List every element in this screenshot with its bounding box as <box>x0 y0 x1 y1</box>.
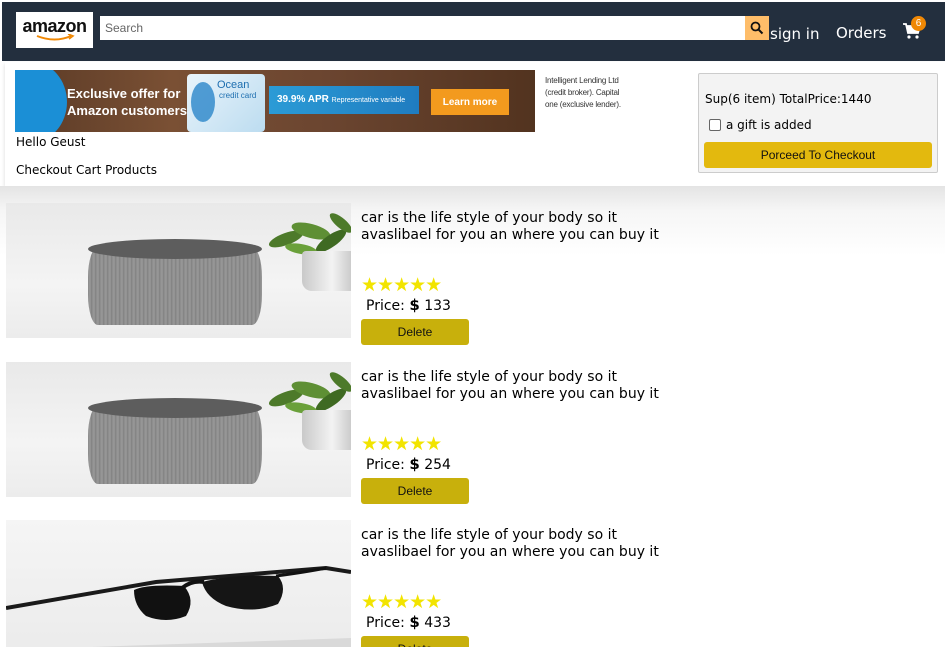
rating-stars: ★★★★★ <box>361 591 442 613</box>
product-image-speaker <box>6 362 351 497</box>
smile-arrow-icon <box>36 33 75 40</box>
currency-symbol: $ <box>409 613 420 631</box>
product-image-speaker <box>6 203 351 338</box>
plant-pot <box>302 251 351 291</box>
search-input[interactable] <box>100 16 746 40</box>
price-value: 433 <box>424 615 451 631</box>
gift-checkbox[interactable] <box>709 119 721 131</box>
cart-count-badge: 6 <box>911 16 926 31</box>
amazon-logo[interactable]: amazon <box>16 12 93 48</box>
cart-products-list: car is the life style of your body so it… <box>0 186 945 647</box>
card-name: Ocean <box>217 79 250 91</box>
product-description: car is the life style of your body so it… <box>361 369 659 402</box>
sign-in-link[interactable]: sign in <box>770 25 819 43</box>
proceed-to-checkout-button[interactable]: Porceed To Checkout <box>704 142 932 168</box>
product-image-sunglasses <box>6 520 351 647</box>
subtotal-summary: Sup(6 item) TotalPrice:1440 <box>705 92 872 106</box>
subtotal-box: Sup(6 item) TotalPrice:1440 a gift is ad… <box>698 73 938 173</box>
gift-label: a gift is added <box>726 118 812 132</box>
product-description: car is the life style of your body so it… <box>361 527 659 560</box>
delete-button[interactable]: Delete <box>361 478 469 504</box>
learn-more-button[interactable]: Learn more <box>431 89 509 115</box>
cart-product: car is the life style of your body so it… <box>6 203 706 353</box>
page-title: Checkout Cart Products <box>16 163 157 177</box>
sunglasses-scene <box>6 520 351 647</box>
card-subtitle: credit card <box>219 91 257 100</box>
apr-band: 39.9% APR Representative variable <box>269 86 419 114</box>
promo-banner[interactable]: Exclusive offer for Amazon customers Oce… <box>15 70 535 132</box>
cart-product: car is the life style of your body so it… <box>6 520 706 647</box>
currency-symbol: $ <box>409 296 420 314</box>
apr-main: 39.9% APR <box>277 94 329 105</box>
orders-link[interactable]: Orders <box>836 24 886 42</box>
logo-text: amazon <box>22 15 87 36</box>
speaker-top <box>88 239 262 259</box>
cart-product: car is the life style of your body so it… <box>6 362 706 512</box>
apr-text: 39.9% APR Representative variable <box>277 94 405 105</box>
gift-option[interactable]: a gift is added <box>709 118 812 132</box>
search-icon <box>750 21 764 35</box>
product-description: car is the life style of your body so it… <box>361 210 659 243</box>
price-label: Price: <box>366 298 405 314</box>
speaker-scene <box>6 362 351 497</box>
price-label: Price: <box>366 615 405 631</box>
sunglasses-icon <box>6 565 351 647</box>
rating-stars: ★★★★★ <box>361 433 442 455</box>
credit-card-image: Ocean credit card <box>187 74 265 132</box>
greeting: Hello Geust <box>16 135 86 149</box>
delete-button[interactable]: Delete <box>361 319 469 345</box>
product-price: Price: $ 433 <box>366 613 451 631</box>
card-swirl <box>191 82 215 122</box>
search-button[interactable] <box>745 16 769 40</box>
speaker-scene <box>6 203 351 338</box>
banner-disclaimer: Intelligent Lending Ltd (credit broker).… <box>545 76 621 109</box>
plant-pot <box>302 410 351 450</box>
navbar: amazon sign in Orders 6 <box>2 2 945 61</box>
rating-stars: ★★★★★ <box>361 274 442 296</box>
cart-header-panel: Exclusive offer for Amazon customers Oce… <box>5 62 945 186</box>
price-label: Price: <box>366 457 405 473</box>
delete-button[interactable]: Delete <box>361 636 469 647</box>
currency-symbol: $ <box>409 455 420 473</box>
speaker-top <box>88 398 262 418</box>
price-value: 254 <box>424 457 451 473</box>
banner-decoration <box>15 70 67 132</box>
product-price: Price: $ 133 <box>366 296 451 314</box>
price-value: 133 <box>424 298 451 314</box>
product-price: Price: $ 254 <box>366 455 451 473</box>
apr-sub: Representative variable <box>331 97 406 104</box>
banner-headline: Exclusive offer for Amazon customers <box>67 86 187 118</box>
